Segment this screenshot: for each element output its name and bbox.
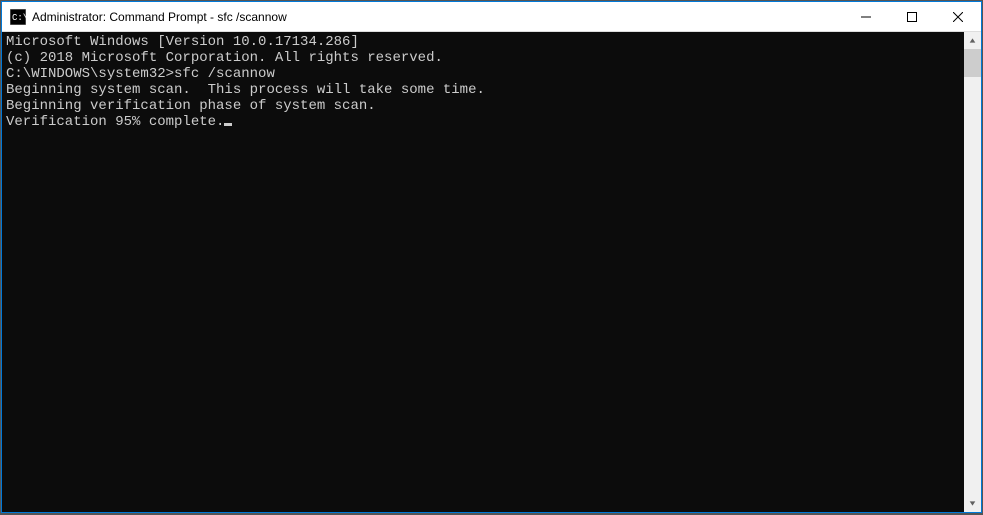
window-title: Administrator: Command Prompt - sfc /sca… [32,10,843,24]
console-line: Beginning verification phase of system s… [6,98,960,114]
verification-status: Verification 95% complete. [6,114,224,130]
console-area: Microsoft Windows [Version 10.0.17134.28… [2,32,981,512]
cursor-icon [224,123,232,126]
cmd-icon: C:\ [10,9,26,25]
console-line: Microsoft Windows [Version 10.0.17134.28… [6,34,960,50]
svg-text:C:\: C:\ [12,13,26,23]
console-prompt-line: C:\WINDOWS\system32>sfc /scannow [6,66,960,82]
console-output[interactable]: Microsoft Windows [Version 10.0.17134.28… [2,32,964,512]
scroll-down-button[interactable] [964,495,981,512]
close-button[interactable] [935,2,981,31]
prompt-path: C:\WINDOWS\system32> [6,66,174,82]
vertical-scrollbar[interactable] [964,32,981,512]
command-prompt-window: C:\ Administrator: Command Prompt - sfc … [1,1,982,513]
console-line: Beginning system scan. This process will… [6,82,960,98]
titlebar[interactable]: C:\ Administrator: Command Prompt - sfc … [2,2,981,32]
scroll-track[interactable] [964,49,981,495]
maximize-button[interactable] [889,2,935,31]
console-line: Verification 95% complete. [6,114,960,130]
minimize-button[interactable] [843,2,889,31]
console-line: (c) 2018 Microsoft Corporation. All righ… [6,50,960,66]
scroll-thumb[interactable] [964,49,981,77]
prompt-command: sfc /scannow [174,66,275,82]
scroll-up-button[interactable] [964,32,981,49]
window-controls [843,2,981,31]
